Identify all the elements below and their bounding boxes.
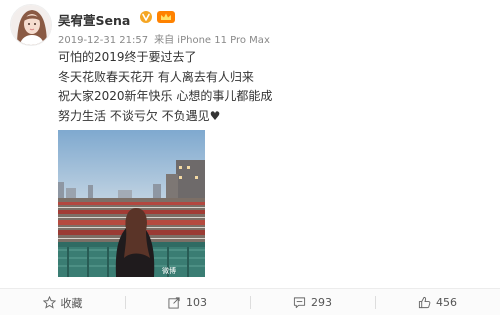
author-name[interactable]: 吴宥萱Sena [58,10,130,29]
star-outline-icon [42,296,56,309]
post-text-line: 努力生活 不谈亏欠 不负遇见♥ [58,108,221,123]
post-source: 来自 iPhone 11 Pro Max [154,35,270,46]
comment-count: 293 [311,296,332,309]
post-meta: 2019-12-31 21:57 来自 iPhone 11 Pro Max [58,31,270,46]
like-button[interactable]: 456 [375,289,500,315]
repost-button[interactable]: 103 [125,289,250,315]
favorite-button[interactable]: 收藏 [0,289,125,315]
like-count: 456 [436,296,457,309]
image-watermark: 微博 [162,266,176,275]
post-header: 吴宥萱Sena 2019-12-31 21:57 来自 iPhone 11 Pro… [10,4,490,48]
avatar[interactable] [10,4,52,46]
post-text-line: 可怕的2019终于要过去了 [58,50,197,64]
post-text-line: 祝大家2020新年快乐 心想的事儿都能成 [58,89,273,103]
verified-v-icon [140,11,152,23]
post-text: 可怕的2019终于要过去了 冬天花败春天花开 有人离去有人归来 祝大家2020新… [58,48,478,126]
thumbs-up-icon [418,296,431,309]
comment-button[interactable]: 293 [250,289,375,315]
post-image[interactable]: 微博 [58,130,205,277]
vip-crown-icon[interactable] [157,10,175,24]
repost-count: 103 [186,296,207,309]
share-arrow-icon [168,297,180,309]
speech-bubble-icon [293,297,306,309]
post-text-line: 冬天花败春天花开 有人离去有人归来 [58,69,254,84]
favorite-label: 收藏 [60,296,83,310]
action-bar: 收藏 103 293 456 [0,288,500,315]
post-timestamp[interactable]: 2019-12-31 21:57 [58,35,148,46]
